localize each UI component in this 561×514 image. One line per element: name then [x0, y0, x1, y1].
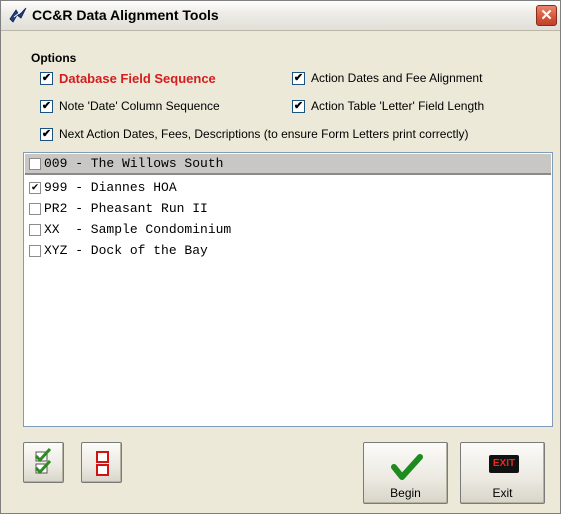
list-item-text: XX - Sample Condominium [44, 222, 232, 237]
checkbox[interactable]: ✔ [292, 71, 305, 85]
title-bar[interactable]: CC&R Data Alignment Tools ✕ [1, 1, 560, 31]
association-list[interactable]: 009 - The Willows South ✔ 999 - Diannes … [23, 152, 553, 427]
begin-button[interactable]: Begin [363, 442, 448, 504]
checkbox[interactable]: ✔ [292, 99, 305, 113]
exit-badge-text: EXIT [492, 458, 516, 469]
row-checkbox[interactable] [29, 244, 41, 257]
list-item[interactable]: XYZ - Dock of the Bay [25, 240, 551, 261]
checkbox[interactable]: ✔ [40, 127, 53, 141]
uncheck-all-button[interactable] [81, 442, 122, 483]
uncheck-all-icon [96, 451, 109, 476]
option-action-table-letter-field-length[interactable]: ✔ Action Table 'Letter' Field Length [292, 99, 484, 113]
row-checkbox[interactable] [29, 202, 41, 215]
list-item-text: 999 - Diannes HOA [44, 180, 177, 195]
option-label: Action Table 'Letter' Field Length [311, 99, 485, 113]
checkbox[interactable]: ✔ [40, 99, 53, 113]
begin-label: Begin [390, 486, 421, 500]
list-item[interactable]: XX - Sample Condominium [25, 219, 551, 240]
green-checkmark-icon [391, 454, 423, 480]
app-window: CC&R Data Alignment Tools ✕ Options ✔ Da… [0, 0, 561, 514]
feather-bird-icon [9, 7, 27, 23]
check-all-icon [34, 447, 52, 475]
row-checkbox[interactable]: ✔ [29, 181, 41, 194]
check-all-button[interactable] [23, 442, 64, 483]
checkbox[interactable]: ✔ [40, 72, 53, 85]
exit-label: Exit [492, 486, 513, 500]
options-heading: Options [31, 51, 77, 65]
row-checkbox[interactable] [29, 157, 41, 170]
option-label: Database Field Sequence [59, 71, 216, 86]
list-item[interactable]: 009 - The Willows South [25, 154, 551, 175]
list-item-text: 009 - The Willows South [44, 156, 224, 171]
close-icon: ✕ [540, 7, 553, 24]
row-checkbox[interactable] [29, 223, 41, 236]
exit-button[interactable]: EXIT Exit [460, 442, 545, 504]
list-item[interactable]: ✔ 999 - Diannes HOA [25, 177, 551, 198]
option-next-action-dates-fees[interactable]: ✔ Next Action Dates, Fees, Descriptions … [40, 127, 468, 141]
list-item-text: XYZ - Dock of the Bay [44, 243, 208, 258]
option-label: Action Dates and Fee Alignment [311, 71, 483, 85]
option-label: Next Action Dates, Fees, Descriptions (t… [59, 127, 469, 141]
close-button[interactable]: ✕ [536, 5, 557, 26]
exit-sign-icon: EXIT [489, 455, 519, 473]
option-database-field-sequence[interactable]: ✔ Database Field Sequence [40, 71, 216, 86]
option-note-date-column-sequence[interactable]: ✔ Note 'Date' Column Sequence [40, 99, 220, 113]
list-item[interactable]: PR2 - Pheasant Run II [25, 198, 551, 219]
window-title: CC&R Data Alignment Tools [32, 7, 219, 23]
option-action-dates-fee-alignment[interactable]: ✔ Action Dates and Fee Alignment [292, 71, 482, 85]
option-label: Note 'Date' Column Sequence [59, 99, 220, 113]
list-item-text: PR2 - Pheasant Run II [44, 201, 208, 216]
